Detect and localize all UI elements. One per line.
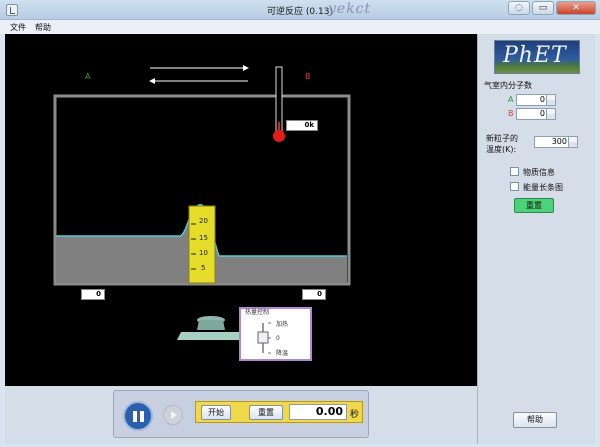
molecule-b-label: B <box>508 109 514 118</box>
pause-button[interactable] <box>123 401 153 431</box>
simulation-canvas[interactable]: A B 20 15 10 5 热量控制 加热 0 降温 0k 0 0 <box>5 34 477 386</box>
phet-logo[interactable]: PhET <box>494 40 580 74</box>
physics-info-label: 物质信息 <box>523 168 555 177</box>
heat-control-title: 热量控制 <box>245 308 269 316</box>
start-button[interactable]: 开始 <box>201 405 231 420</box>
ruler-tick: 15 <box>199 234 208 242</box>
reaction-arrows <box>149 65 249 84</box>
clock-bar: 开始 重置 0.00 秒 <box>5 386 477 444</box>
molecule-a-spinner[interactable]: 0 <box>516 94 556 106</box>
new-particle-temp-label-2: 温度(K): <box>486 145 517 154</box>
temperature-readout: 0k <box>286 120 318 131</box>
maximize-button[interactable]: ▭ <box>532 1 554 15</box>
energy-bar-checkbox[interactable] <box>510 182 519 191</box>
molecule-b-spinner[interactable]: 0 <box>516 108 556 120</box>
clock-reset-button[interactable]: 重置 <box>249 405 283 420</box>
count-left: 0 <box>81 289 105 300</box>
ruler-tick: 10 <box>199 249 208 257</box>
watermark: yekct <box>328 1 372 17</box>
new-particle-temp-label: 新粒子的 <box>486 134 518 143</box>
temperature-spinner[interactable]: 300 <box>534 136 578 148</box>
menu-help[interactable]: 帮助 <box>35 22 51 33</box>
count-right: 0 <box>302 289 326 300</box>
molecule-count-title: 气室内分子数 <box>484 81 532 90</box>
time-readout: 0.00 <box>289 404 347 420</box>
thermometer-icon <box>273 66 285 142</box>
help-button[interactable]: 帮助 <box>513 412 557 428</box>
physics-info-checkbox[interactable] <box>510 167 519 176</box>
control-panel: PhET 气室内分子数 A 0 B 0 新粒子的 温度(K): 300 物质信息… <box>477 34 595 444</box>
label-a: A <box>85 72 91 81</box>
reset-all-button[interactable]: 重置 <box>514 198 554 213</box>
close-button[interactable]: ✕ <box>556 1 596 15</box>
heat-remove-label: 降温 <box>276 349 288 357</box>
menu-bar: 文件 帮助 <box>0 20 600 34</box>
heat-add-label: 加热 <box>276 320 288 328</box>
step-button[interactable] <box>163 405 183 425</box>
label-b: B <box>305 72 311 81</box>
title-bar: 可逆反应 (0.13) yekct ◌ ▭ ✕ <box>0 0 600 20</box>
heater-icon <box>177 316 245 340</box>
heat-zero-label: 0 <box>276 335 280 342</box>
menu-file[interactable]: 文件 <box>10 22 26 33</box>
minimize-button[interactable]: ◌ <box>508 1 530 15</box>
energy-bar-label: 能量长条图 <box>523 183 563 192</box>
ruler-tick: 5 <box>201 264 205 272</box>
ruler-tick: 20 <box>199 217 208 225</box>
time-unit: 秒 <box>350 410 360 420</box>
molecule-a-label: A <box>508 95 514 104</box>
heat-slider-thumb[interactable] <box>257 331 269 344</box>
